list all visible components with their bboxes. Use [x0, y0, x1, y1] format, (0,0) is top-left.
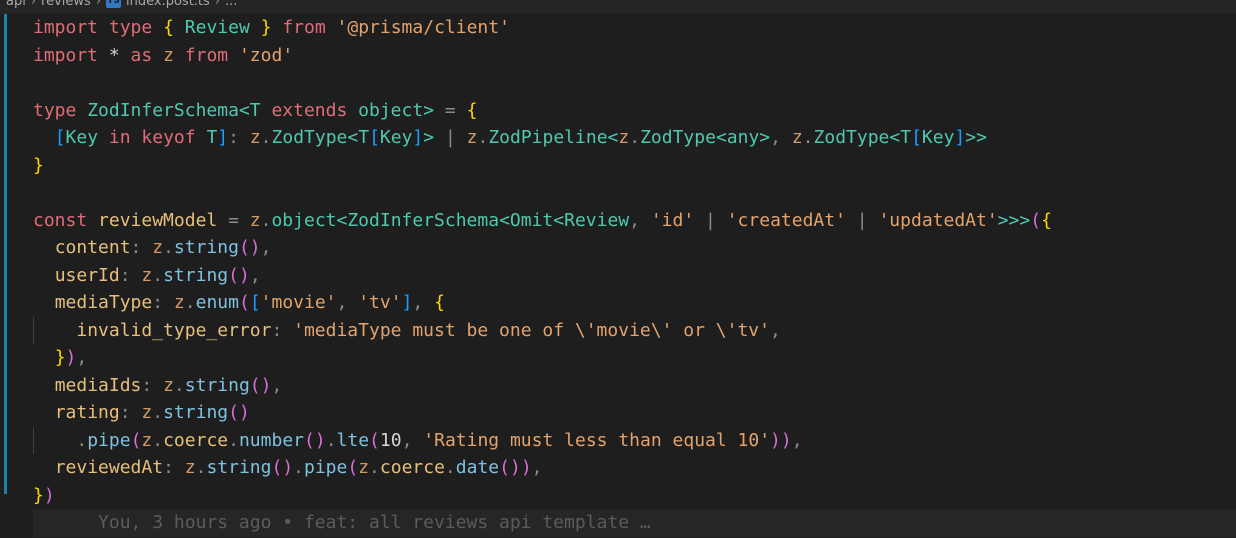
- code-line[interactable]: [Key in keyof T]: z.ZodType<T[Key]> | z.…: [33, 124, 987, 152]
- typescript-file-icon: TS: [106, 0, 122, 8]
- breadcrumb: api › reviews › TS index.post.ts ›...: [0, 0, 1236, 14]
- blame-text: You, 3 hours ago • feat: all reviews api…: [98, 512, 651, 533]
- indent-guide: [33, 316, 34, 344]
- git-change-indicator: [4, 14, 7, 494]
- code-line[interactable]: }: [33, 152, 44, 180]
- code-line[interactable]: }),: [33, 344, 88, 372]
- code-line[interactable]: userId: z.string(),: [33, 262, 261, 290]
- git-blame-annotation: You, 3 hours ago • feat: all reviews api…: [33, 509, 1236, 537]
- code-line[interactable]: import type { Review } from '@prisma/cli…: [33, 14, 510, 42]
- code-line[interactable]: import * as z from 'zod': [33, 42, 293, 70]
- code-line[interactable]: mediaType: z.enum(['movie', 'tv'], {: [33, 289, 445, 317]
- chevron-right-icon: ›: [214, 0, 220, 9]
- breadcrumb-item-more[interactable]: ...: [225, 0, 237, 9]
- code-line[interactable]: }): [33, 482, 55, 510]
- chevron-right-icon: ›: [95, 0, 102, 9]
- code-line[interactable]: const reviewModel = z.object<ZodInferSch…: [33, 207, 1052, 235]
- breadcrumb-item-api[interactable]: api: [6, 0, 26, 9]
- breadcrumb-item-reviews[interactable]: reviews: [41, 0, 91, 9]
- chevron-right-icon: ›: [30, 0, 37, 9]
- code-line[interactable]: type ZodInferSchema<T extends object> = …: [33, 97, 477, 125]
- indent-guide: [33, 426, 34, 454]
- code-line[interactable]: rating: z.string(): [33, 399, 250, 427]
- breadcrumb-item-file[interactable]: index.post.ts: [126, 0, 210, 9]
- code-line[interactable]: mediaIds: z.string(),: [33, 372, 283, 400]
- code-line[interactable]: .pipe(z.coerce.number().lte(10, 'Rating …: [33, 427, 802, 455]
- code-line[interactable]: reviewedAt: z.string().pipe(z.coerce.dat…: [33, 454, 543, 482]
- code-line[interactable]: invalid_type_error: 'mediaType must be o…: [33, 317, 780, 345]
- code-editor[interactable]: import type { Review } from '@prisma/cli…: [0, 14, 1236, 538]
- code-line[interactable]: content: z.string(),: [33, 234, 272, 262]
